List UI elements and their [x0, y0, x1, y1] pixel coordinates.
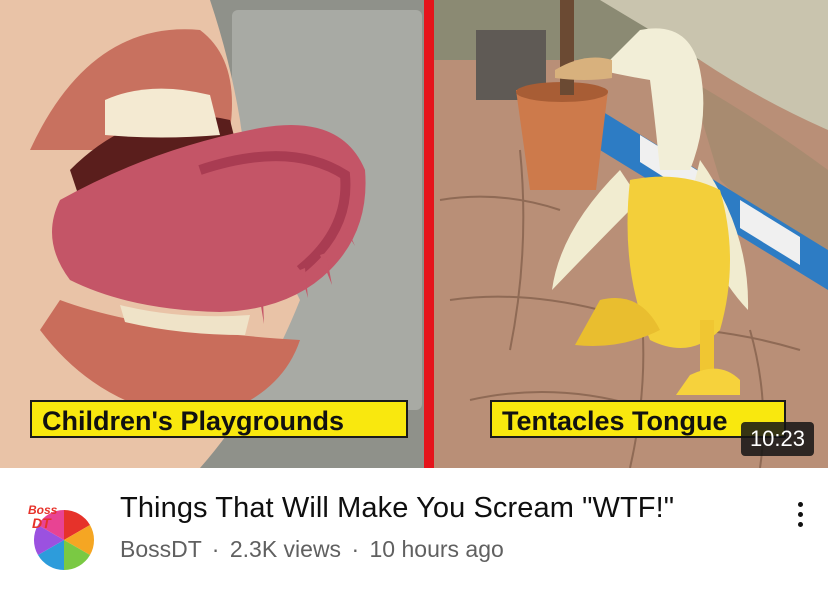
thumbnail-image: [0, 0, 828, 468]
meta-separator: ·: [351, 536, 360, 562]
upload-age: 10 hours ago: [369, 536, 504, 562]
channel-name[interactable]: BossDT: [120, 536, 201, 562]
divider: [424, 0, 434, 468]
left-caption: Children's Playgrounds: [30, 400, 408, 438]
view-count: 2.3K views: [229, 536, 342, 562]
meta-separator: ·: [211, 536, 220, 562]
avatar-logo-bottom: DT: [32, 515, 52, 531]
duration-badge: 10:23: [740, 422, 814, 456]
left-panel-image: [0, 0, 426, 468]
video-thumbnail[interactable]: Children's Playgrounds Tentacles Tongue …: [0, 0, 828, 468]
video-meta: BossDT · 2.3K views · 10 hours ago: [120, 536, 504, 563]
right-panel-image: [434, 0, 828, 468]
more-vert-icon[interactable]: [786, 494, 814, 534]
video-title[interactable]: Things That Will Make You Scream "WTF!": [120, 492, 674, 525]
channel-avatar[interactable]: Boss DT: [24, 498, 98, 572]
video-info: Boss DT Things That Will Make You Scream…: [0, 468, 828, 612]
